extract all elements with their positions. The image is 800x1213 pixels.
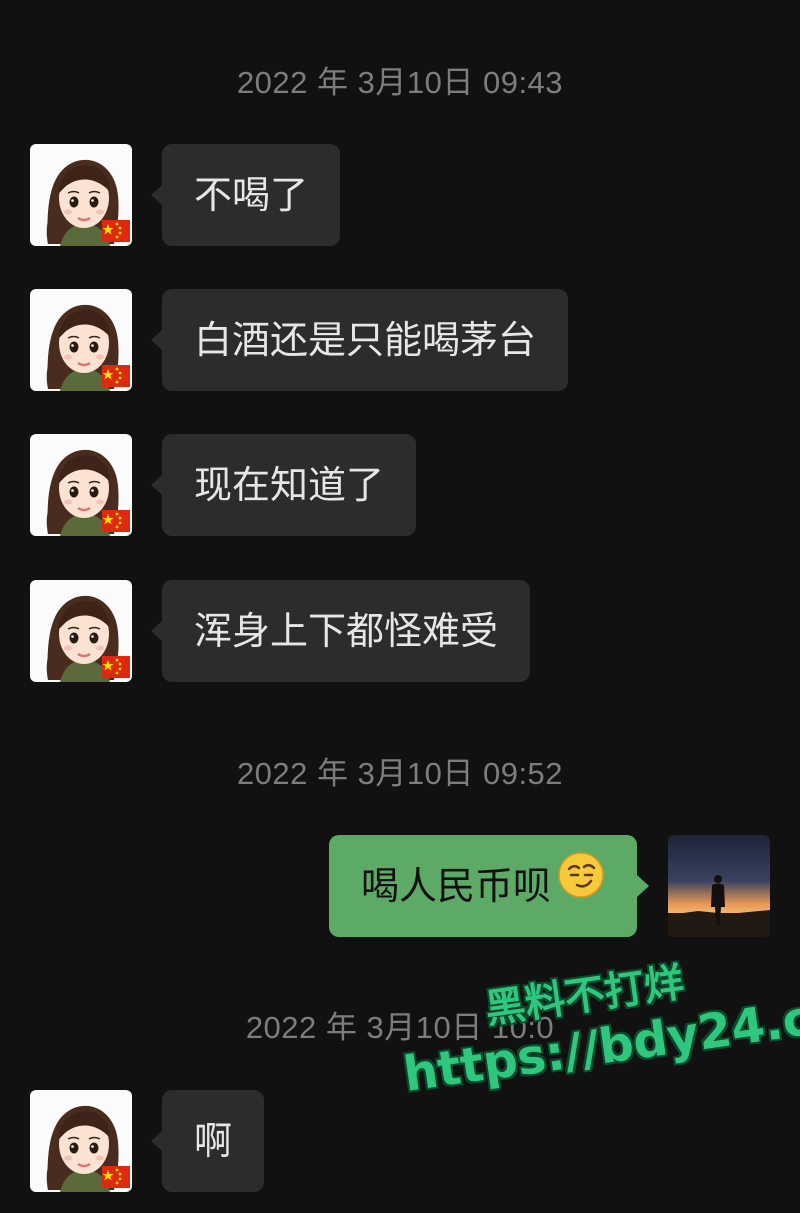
timestamp: 2022 年 3月10日 09:52 <box>236 756 564 791</box>
contact-avatar[interactable] <box>30 144 132 246</box>
message-bubble[interactable]: 白酒还是只能喝茅台 <box>162 289 569 391</box>
smirk-face-icon <box>557 835 605 937</box>
contact-avatar[interactable] <box>30 1090 132 1192</box>
contact-avatar[interactable] <box>30 289 132 391</box>
message-bubble[interactable]: 浑身上下都怪难受 <box>162 580 531 682</box>
bubble-tail <box>637 875 649 897</box>
message-text: 喝人民币呗 <box>360 864 551 908</box>
watermark: 黑料不打烊 https://bdy24.co <box>392 932 800 1129</box>
message-bubble[interactable]: 啊 <box>162 1090 265 1192</box>
message-bubble-outgoing[interactable]: 喝人民币呗 <box>328 835 637 937</box>
contact-avatar[interactable] <box>30 580 132 682</box>
message-bubble[interactable]: 现在知道了 <box>162 434 417 536</box>
message-bubble[interactable]: 不喝了 <box>162 144 341 246</box>
timestamp: 2022 年 3月10日 09:43 <box>236 65 564 100</box>
contact-avatar[interactable] <box>30 434 132 536</box>
my-avatar[interactable] <box>668 835 770 937</box>
